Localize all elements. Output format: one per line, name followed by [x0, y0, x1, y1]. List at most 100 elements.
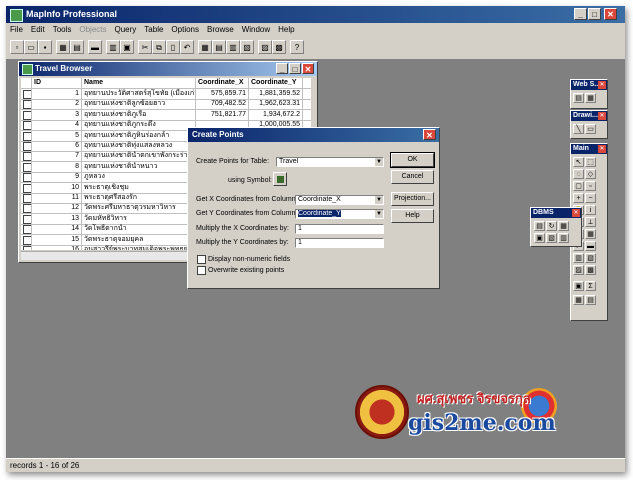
row-check-cell[interactable]	[21, 245, 32, 250]
row-checkbox[interactable]	[23, 142, 31, 151]
menu-table[interactable]: Table	[140, 23, 167, 34]
table-select[interactable]: Travel ▼	[276, 157, 384, 167]
redistrict-icon[interactable]: ▨	[258, 40, 272, 54]
line-tool-icon[interactable]: ╲	[573, 124, 584, 134]
folder-icon[interactable]: ▬	[88, 40, 102, 54]
dbms-link-icon[interactable]: ▦	[558, 221, 569, 231]
web-services-palette[interactable]: Web S... ✕ ▤ ▦	[570, 79, 608, 109]
projection-button[interactable]: Projection...	[391, 192, 434, 206]
cell-id[interactable]: 3	[32, 109, 82, 120]
web-tool-icon[interactable]: ▤	[573, 93, 584, 103]
statistics-icon[interactable]: ▧	[585, 253, 596, 263]
cell-name[interactable]: วัดพระธาตุจอมยุคล	[82, 234, 196, 245]
show-legend-icon[interactable]: ▥	[573, 253, 584, 263]
row-check-cell[interactable]	[21, 161, 32, 172]
row-check-cell[interactable]	[21, 130, 32, 141]
cell-coordinate-y[interactable]: 1,881,359.52	[249, 89, 303, 99]
row-check-cell[interactable]	[21, 182, 32, 193]
cell-id[interactable]: 13	[32, 213, 82, 224]
cell-id[interactable]: 16	[32, 245, 82, 250]
header-id[interactable]: ID	[32, 78, 82, 88]
row-check-cell[interactable]	[21, 172, 32, 183]
row-checkbox[interactable]	[23, 173, 31, 183]
cell-name[interactable]: อุทยานประวัติศาสตร์สุโขทัย (เมืองเก่าสุโ…	[82, 89, 196, 99]
cell-name[interactable]: วัดโพธิ์ตากน้ำ	[82, 224, 196, 235]
ruler-icon[interactable]: ⟂	[585, 217, 596, 227]
x-column-select[interactable]: Coordinate_X ▼	[295, 195, 384, 205]
new-icon[interactable]: ▫	[10, 40, 24, 54]
dialog-close-button[interactable]: ✕	[423, 129, 436, 140]
cell-name[interactable]: อุทยานแห่งชาติภูกระดึง	[82, 120, 196, 131]
close-button[interactable]: ✕	[604, 8, 617, 20]
cell-name[interactable]: อุทยานแห่งชาติทุ่งแสลงหลวง	[82, 141, 196, 151]
copy-icon[interactable]: ⧉	[152, 40, 166, 54]
row-checkbox[interactable]	[23, 121, 31, 131]
cell-coordinate-y[interactable]: 1,962,623.31	[249, 99, 303, 110]
cell-coordinate-x[interactable]: 709,482.52	[196, 99, 249, 110]
browser-close-button[interactable]: ✕	[302, 63, 314, 74]
cell-id[interactable]: 11	[32, 193, 82, 203]
open-table-icon[interactable]: ▦	[56, 40, 70, 54]
new-mapper-icon[interactable]: ▤	[212, 40, 226, 54]
row-checkbox[interactable]	[23, 152, 31, 162]
close-icon[interactable]: ✕	[598, 112, 606, 120]
close-icon[interactable]: ✕	[572, 209, 580, 217]
open-icon[interactable]: ▭	[24, 40, 38, 54]
clip-region-icon[interactable]: ▨	[573, 265, 584, 275]
cell-id[interactable]: 8	[32, 161, 82, 172]
row-checkbox[interactable]	[23, 214, 31, 224]
dbms-save-icon[interactable]: ▥	[558, 233, 569, 243]
ruler-tool-icon[interactable]: ▬	[585, 241, 596, 251]
layout-icon[interactable]: ▣	[573, 281, 584, 291]
menu-query[interactable]: Query	[111, 23, 141, 34]
browser-minimize-button[interactable]: _	[276, 63, 288, 74]
row-check-cell[interactable]	[21, 234, 32, 245]
cell-name[interactable]: อนุสาวรีย์พระบาทสมเด็จพระพุทธยอดฟ้า	[82, 245, 196, 250]
cell-coordinate-y[interactable]: 1,934,672.2	[249, 109, 303, 120]
undo-icon[interactable]: ↶	[180, 40, 194, 54]
overwrite-points-checkbox[interactable]	[197, 266, 206, 275]
row-check-cell[interactable]	[21, 193, 32, 203]
grid-icon[interactable]: ▦	[573, 295, 584, 305]
row-check-cell[interactable]	[21, 120, 32, 131]
cell-name[interactable]: อุทยานแห่งชาติภูเรือ	[82, 109, 196, 120]
symbol-button[interactable]	[273, 172, 287, 186]
cell-coordinate-x[interactable]: 751,821.77	[196, 109, 249, 120]
info-icon[interactable]: i	[585, 205, 596, 215]
row-check-cell[interactable]	[21, 151, 32, 162]
dbms-palette[interactable]: DBMS ✕ ▤ ↻ ▦ ▣ ▧ ▥	[530, 207, 582, 247]
header-coordinate-x[interactable]: Coordinate_X	[196, 78, 249, 88]
dbms-refresh-icon[interactable]: ↻	[546, 221, 557, 231]
dbms-connect-icon[interactable]: ▣	[534, 233, 545, 243]
header-name[interactable]: Name	[82, 78, 196, 88]
browser-title-bar[interactable]: Travel Browser _ □ ✕	[19, 62, 317, 76]
new-graph-icon[interactable]: ▥	[226, 40, 240, 54]
cell-name[interactable]: พระธาตุเชิงชุม	[82, 182, 196, 193]
cell-name[interactable]: อุทยานแห่งชาติภูหินร่องกล้า	[82, 130, 196, 141]
unselect-icon[interactable]: ▫	[585, 181, 596, 191]
row-check-cell[interactable]	[21, 109, 32, 120]
row-check-cell[interactable]	[21, 213, 32, 224]
cell-id[interactable]: 1	[32, 89, 82, 99]
help-pointer-icon[interactable]: ?	[290, 40, 304, 54]
open-workspace-icon[interactable]: ▤	[70, 40, 84, 54]
cell-name[interactable]: วัดมหัทธิวิหาร	[82, 213, 196, 224]
cell-id[interactable]: 12	[32, 203, 82, 214]
table-row[interactable]: 3 อุทยานแห่งชาติภูเรือ 751,821.77 1,934,672…	[21, 109, 311, 121]
drawing-palette[interactable]: Drawi... ✕ ╲ ▭	[570, 110, 608, 139]
cell-name[interactable]: อุทยานแห่งชาติน้ำตกเขาพังกระร่าง	[82, 151, 196, 162]
row-checkbox[interactable]	[23, 90, 31, 99]
row-check-cell[interactable]	[21, 224, 32, 235]
marquee-select-icon[interactable]: ⬚	[585, 157, 596, 167]
cell-id[interactable]: 9	[32, 172, 82, 183]
cell-coordinate-x[interactable]: 575,859.71	[196, 89, 249, 99]
browser-maximize-button[interactable]: □	[289, 63, 301, 74]
new-browser-icon[interactable]: ▦	[198, 40, 212, 54]
row-checkbox[interactable]	[23, 110, 31, 120]
menu-help[interactable]: Help	[274, 23, 298, 34]
row-check-cell[interactable]	[21, 141, 32, 151]
row-check-cell[interactable]	[21, 203, 32, 214]
menu-edit[interactable]: Edit	[27, 23, 49, 34]
dbms-open-icon[interactable]: ▤	[534, 221, 545, 231]
maximize-button[interactable]: □	[588, 8, 601, 20]
